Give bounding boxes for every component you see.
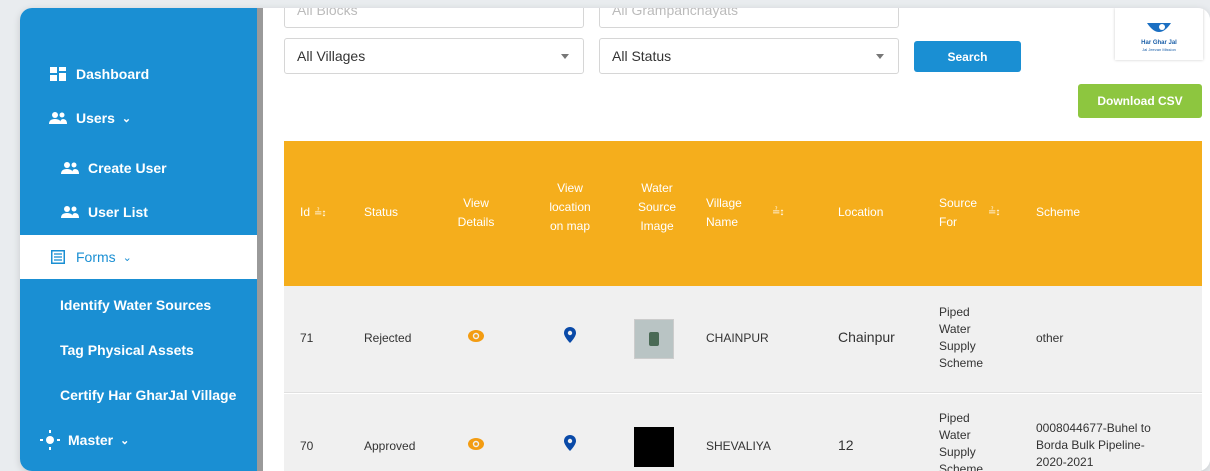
cell-village: CHAINPUR xyxy=(706,331,769,345)
logo-title: Har Ghar Jal xyxy=(1141,40,1177,46)
sidebar-item-tag-physical-assets[interactable]: Tag Physical Assets xyxy=(20,340,257,360)
status-select[interactable]: All Status xyxy=(599,38,899,74)
status-select-value: All Status xyxy=(612,48,672,64)
sidebar-item-label: Identify Water Sources xyxy=(60,297,212,313)
sidebar-item-forms[interactable]: Forms ⌄ xyxy=(20,235,257,279)
sidebar-item-label: User List xyxy=(88,204,148,220)
cell-status: Approved xyxy=(364,439,416,453)
sidebar-item-label: Master xyxy=(68,432,114,448)
chevron-down-icon: ⌄ xyxy=(120,434,130,447)
app-frame: Dashboard Users ⌄ Create User User List xyxy=(20,8,1210,471)
grampanchayat-select-value: All Grampanchayats xyxy=(612,8,739,18)
sidebar-item-label: Forms xyxy=(76,249,116,265)
cell-scheme: other xyxy=(1036,331,1064,345)
sidebar-item-user-list[interactable]: User List xyxy=(20,202,257,222)
block-select-value: All Blocks xyxy=(297,8,358,18)
users-icon xyxy=(48,110,68,126)
logo-subtitle: Jal Jeevan Mission xyxy=(1142,47,1176,52)
sidebar: Dashboard Users ⌄ Create User User List xyxy=(20,8,257,471)
table-row: 70 Approved SHEVALIYA 12 Piped Water Sup… xyxy=(284,394,1202,471)
chevron-down-icon: ⌄ xyxy=(122,251,132,264)
village-select[interactable]: All Villages xyxy=(284,38,584,74)
search-button[interactable]: Search xyxy=(914,41,1021,72)
header-scheme: Scheme xyxy=(1036,205,1081,219)
header-view-details: View Details xyxy=(457,196,495,229)
cell-id: 70 xyxy=(300,439,314,453)
eye-icon[interactable] xyxy=(468,438,484,455)
sidebar-item-label: Tag Physical Assets xyxy=(60,342,194,358)
sidebar-item-label: Certify Har GharJal Village xyxy=(60,387,237,403)
water-drop-icon xyxy=(1147,23,1171,32)
dashboard-icon xyxy=(48,66,68,82)
users-icon xyxy=(60,204,80,220)
cell-source-for: Piped Water Supply Scheme xyxy=(939,305,984,370)
sidebar-item-certify-village[interactable]: Certify Har GharJal Village xyxy=(20,385,257,405)
cell-scheme: 0008044677-Buhel to Borda Bulk Pipeline-… xyxy=(1036,421,1151,469)
header-view-location: View location on map xyxy=(549,181,591,233)
header-village-name: Village Name xyxy=(706,196,742,229)
header-location: Location xyxy=(838,205,884,219)
sort-icon[interactable]: ≟↕ xyxy=(772,203,784,222)
village-select-value: All Villages xyxy=(297,48,366,64)
cell-location: Chainpur xyxy=(838,329,895,345)
sidebar-item-label: Dashboard xyxy=(76,66,150,82)
map-pin-icon[interactable] xyxy=(564,327,576,348)
sidebar-item-dashboard[interactable]: Dashboard xyxy=(20,64,257,84)
download-csv-button[interactable]: Download CSV xyxy=(1078,84,1202,118)
header-source-for: Source For xyxy=(939,196,978,229)
cell-village: SHEVALIYA xyxy=(706,439,771,453)
sort-icon[interactable]: ≟↕ xyxy=(314,204,326,223)
chevron-down-icon xyxy=(876,54,884,59)
grampanchayat-select[interactable]: All Grampanchayats xyxy=(599,8,899,28)
sidebar-item-create-user[interactable]: Create User xyxy=(20,158,257,178)
cell-location: 12 xyxy=(838,437,854,453)
chevron-down-icon xyxy=(561,54,569,59)
water-source-thumbnail[interactable] xyxy=(634,319,674,359)
eye-icon[interactable] xyxy=(468,330,484,347)
cell-source-for: Piped Water Supply Scheme xyxy=(939,411,984,471)
sidebar-item-label: Users xyxy=(76,110,115,126)
table-header: Id ≟↕ Status View Details View location o… xyxy=(284,141,1202,286)
har-ghar-jal-logo: Har Ghar Jal Jal Jeevan Mission xyxy=(1115,8,1203,60)
chevron-down-icon: ⌄ xyxy=(121,112,132,125)
master-icon xyxy=(40,430,60,450)
cell-id: 71 xyxy=(300,331,314,345)
header-water-source-image: Water Source Image xyxy=(637,181,677,233)
table-row: 71 Rejected CHAINPUR Chainpur Piped Wate… xyxy=(284,286,1202,393)
forms-icon xyxy=(48,249,68,265)
cell-status: Rejected xyxy=(364,331,412,345)
header-status: Status xyxy=(364,205,399,219)
sidebar-item-identify-water-sources[interactable]: Identify Water Sources xyxy=(20,295,257,315)
sidebar-item-label: Create User xyxy=(88,160,167,176)
sidebar-item-master[interactable]: Master ⌄ xyxy=(20,430,257,450)
sidebar-item-users[interactable]: Users ⌄ xyxy=(20,108,257,128)
block-select[interactable]: All Blocks xyxy=(284,8,584,28)
water-source-thumbnail[interactable] xyxy=(634,427,674,467)
header-id[interactable]: Id ≟↕ xyxy=(300,203,326,223)
main-content: All Blocks All Grampanchayats All Villag… xyxy=(263,8,1210,471)
users-icon xyxy=(60,160,80,176)
sort-icon[interactable]: ≟↕ xyxy=(988,203,1000,222)
map-pin-icon[interactable] xyxy=(564,435,576,456)
